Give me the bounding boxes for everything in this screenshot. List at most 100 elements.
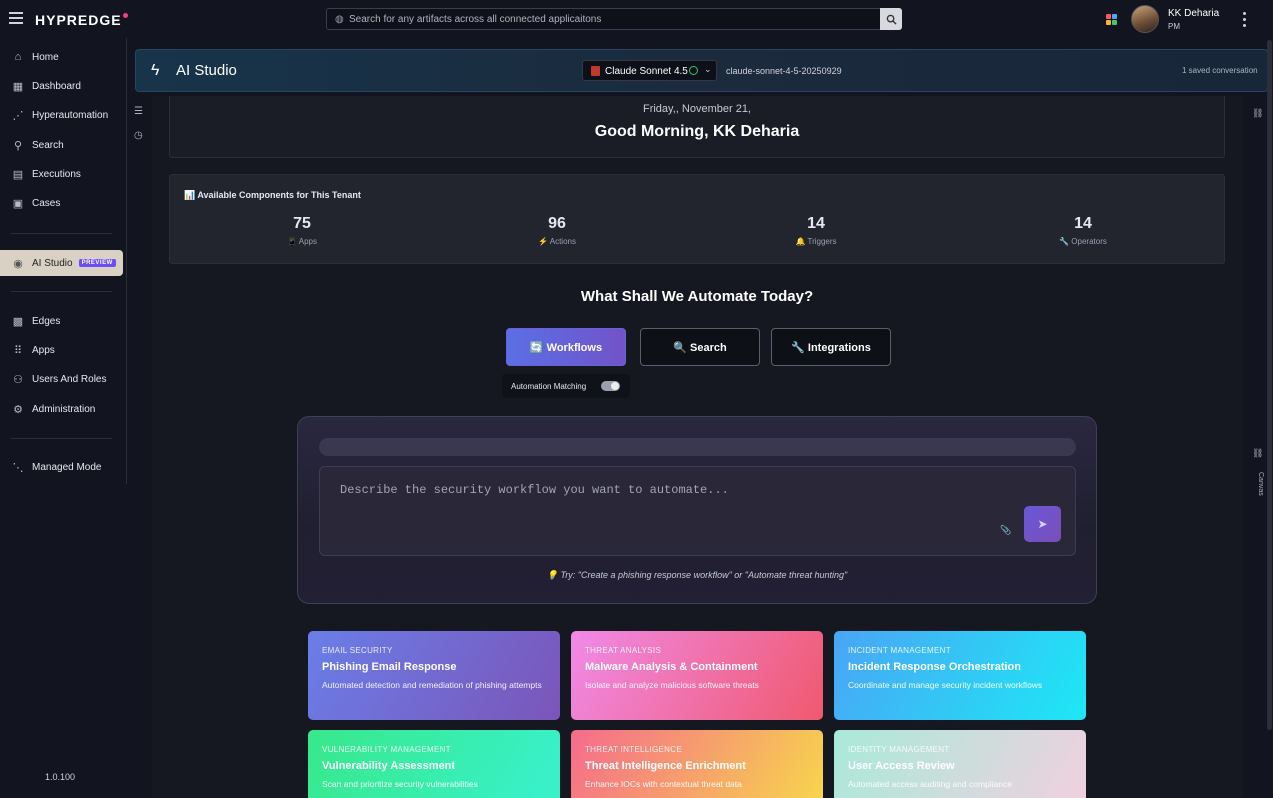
template-desc: Coordinate and manage security incident … (848, 680, 1043, 690)
automate-title: What Shall We Automate Today? (580, 288, 814, 305)
app-version: 1.0.100 (45, 772, 76, 782)
template-card[interactable]: Incident Management Incident Response Or… (834, 631, 1086, 720)
template-title: Vulnerability Assessment (322, 760, 456, 772)
sidebar-item-users-and-roles[interactable]: ⚇ Users And Roles (0, 366, 123, 392)
cases-icon: ▣ (12, 197, 24, 210)
integrations-button[interactable]: 🔧 Integrations (771, 328, 891, 366)
divider (11, 438, 112, 439)
divider (11, 291, 112, 292)
administration-icon: ⚙ (13, 403, 23, 416)
more-options-icon[interactable] (1243, 12, 1247, 30)
stat-actions: 96 ⚡ Actions (497, 215, 617, 246)
sidebar-item-hyperautomation[interactable]: ⋰ Hyperautomation (0, 102, 123, 128)
sidebar-item-ai-studio[interactable]: ◉ AI Studio PREVIEW (0, 250, 123, 276)
template-card[interactable]: Identity Management User Access Review A… (834, 730, 1086, 798)
apps-grid-icon[interactable] (1106, 14, 1117, 25)
greeting-text: Good Morning, KK Deharia (594, 123, 800, 140)
sidebar-item-home[interactable]: ⌂ Home (0, 44, 123, 70)
sidebar-item-dashboard[interactable]: ▦ Dashboard (0, 73, 123, 99)
toggle-label: Automation Matching (511, 382, 587, 391)
prompt-box: 📎 ➤ (319, 466, 1076, 556)
chevron-down-icon: ⌄ (704, 64, 712, 74)
stat-label: ⚡ Actions (538, 237, 576, 246)
sidebar-item-administration[interactable]: ⚙ Administration (0, 396, 123, 422)
workflows-button[interactable]: 🔄 Workflows (506, 328, 626, 366)
components-card: 📊 Available Components for This Tenant 7… (169, 174, 1225, 264)
global-search: ◍ (326, 8, 902, 30)
prompt-hint: 💡 Try: "Create a phishing response workf… (546, 570, 848, 580)
users-icon: ⚇ (13, 373, 23, 386)
bolt-icon: ϟ (151, 62, 160, 79)
executions-icon: ▤ (12, 168, 24, 181)
divider (11, 233, 112, 234)
logo[interactable]: HYPREDGE (35, 12, 128, 28)
template-card[interactable]: Threat Analysis Malware Analysis & Conta… (571, 631, 823, 720)
template-title: Phishing Email Response (322, 661, 457, 673)
user-role: PM (1168, 22, 1180, 31)
main-content: Friday,, November 21, Good Morning, KK D… (152, 96, 1242, 798)
template-card[interactable]: Vulnerability Management Vulnerability A… (308, 730, 560, 798)
date-text: Friday,, November 21, (642, 103, 751, 115)
template-desc: Isolate and analyze malicious software t… (585, 680, 759, 690)
template-card[interactable]: Email Security Phishing Email Response A… (308, 631, 560, 720)
model-selector[interactable]: Claude Sonnet 4.5 ⌄ (582, 60, 717, 81)
template-category: Email Security (322, 646, 393, 655)
sidebar-item-managed-mode[interactable]: ⋱ Managed Mode (0, 454, 123, 480)
apps-icon: ⠿ (13, 344, 23, 357)
template-category: Threat Intelligence (585, 745, 682, 754)
preview-badge: PREVIEW (78, 259, 116, 267)
sidebar-item-executions[interactable]: ▤ Executions (0, 161, 123, 187)
user-name: KK Deharia (1168, 8, 1220, 19)
template-title: User Access Review (848, 760, 955, 772)
globe-icon: ◍ (335, 14, 344, 25)
edges-icon: ▩ (12, 315, 24, 328)
search-icon (886, 14, 897, 25)
top-bar: HYPREDGE ◍ KK Deharia PM (0, 0, 1273, 38)
stat-label: 🔧 Operators (1059, 237, 1107, 246)
template-desc: Automated detection and remediation of p… (322, 680, 542, 690)
automation-matching: Automation Matching (502, 374, 630, 398)
automation-matching-toggle[interactable] (601, 381, 620, 391)
scrollbar[interactable] (1267, 40, 1272, 730)
attach-icon[interactable]: 📎 (1000, 525, 1011, 536)
claude-icon (591, 66, 600, 76)
template-category: Identity Management (848, 745, 950, 754)
sidebar-item-search[interactable]: ⚲ Search (0, 132, 123, 158)
prompt-composer: 📎 ➤ 💡 Try: "Create a phishing response w… (297, 416, 1097, 604)
left-rail: ☰ ◷ (127, 96, 152, 798)
saved-conversations[interactable]: 1 saved conversation (1182, 66, 1258, 75)
template-desc: Automated access auditing and compliance (848, 779, 1012, 789)
template-title: Malware Analysis & Containment (585, 661, 758, 673)
template-card[interactable]: Threat Intelligence Threat Intelligence … (571, 730, 823, 798)
stat-value: 14 (1074, 215, 1092, 232)
sidebar-item-cases[interactable]: ▣ Cases (0, 190, 123, 216)
stat-label: 📱 Apps (287, 237, 317, 246)
search-input[interactable] (349, 9, 879, 29)
stat-operators: 14 🔧 Operators (1023, 215, 1143, 246)
search-button[interactable] (880, 8, 902, 30)
template-category: Incident Management (848, 646, 951, 655)
sidebar-item-apps[interactable]: ⠿ Apps (0, 337, 123, 363)
ai-studio-icon: ◉ (13, 257, 23, 270)
canvas-label[interactable]: Canvas (1257, 472, 1264, 496)
template-desc: Enhance IOCs with contextual threat data (585, 779, 742, 789)
components-title: 📊 Available Components for This Tenant (184, 190, 361, 200)
canvas-icon[interactable]: ⛓ (1252, 448, 1263, 459)
list-icon[interactable]: ☰ (134, 106, 143, 117)
link-icon[interactable]: ⛓ (1252, 108, 1263, 119)
menu-icon[interactable] (9, 12, 23, 24)
history-icon[interactable]: ◷ (134, 130, 143, 141)
send-button[interactable]: ➤ (1024, 506, 1061, 542)
prompt-input[interactable] (340, 483, 980, 523)
search-mode-button[interactable]: 🔍 Search (640, 328, 760, 366)
template-title: Incident Response Orchestration (848, 661, 1021, 673)
home-icon: ⌂ (14, 51, 22, 63)
sidebar-item-edges[interactable]: ▩ Edges (0, 308, 123, 334)
stat-value: 96 (548, 215, 566, 232)
check-circle-icon (689, 66, 698, 75)
avatar[interactable] (1131, 5, 1159, 33)
search-icon: ⚲ (13, 139, 23, 152)
send-icon: ➤ (1037, 517, 1048, 531)
sidebar: ⌂ Home ▦ Dashboard ⋰ Hyperautomation ⚲ Searc… (0, 38, 127, 798)
model-name: Claude Sonnet 4.5 (605, 66, 688, 77)
